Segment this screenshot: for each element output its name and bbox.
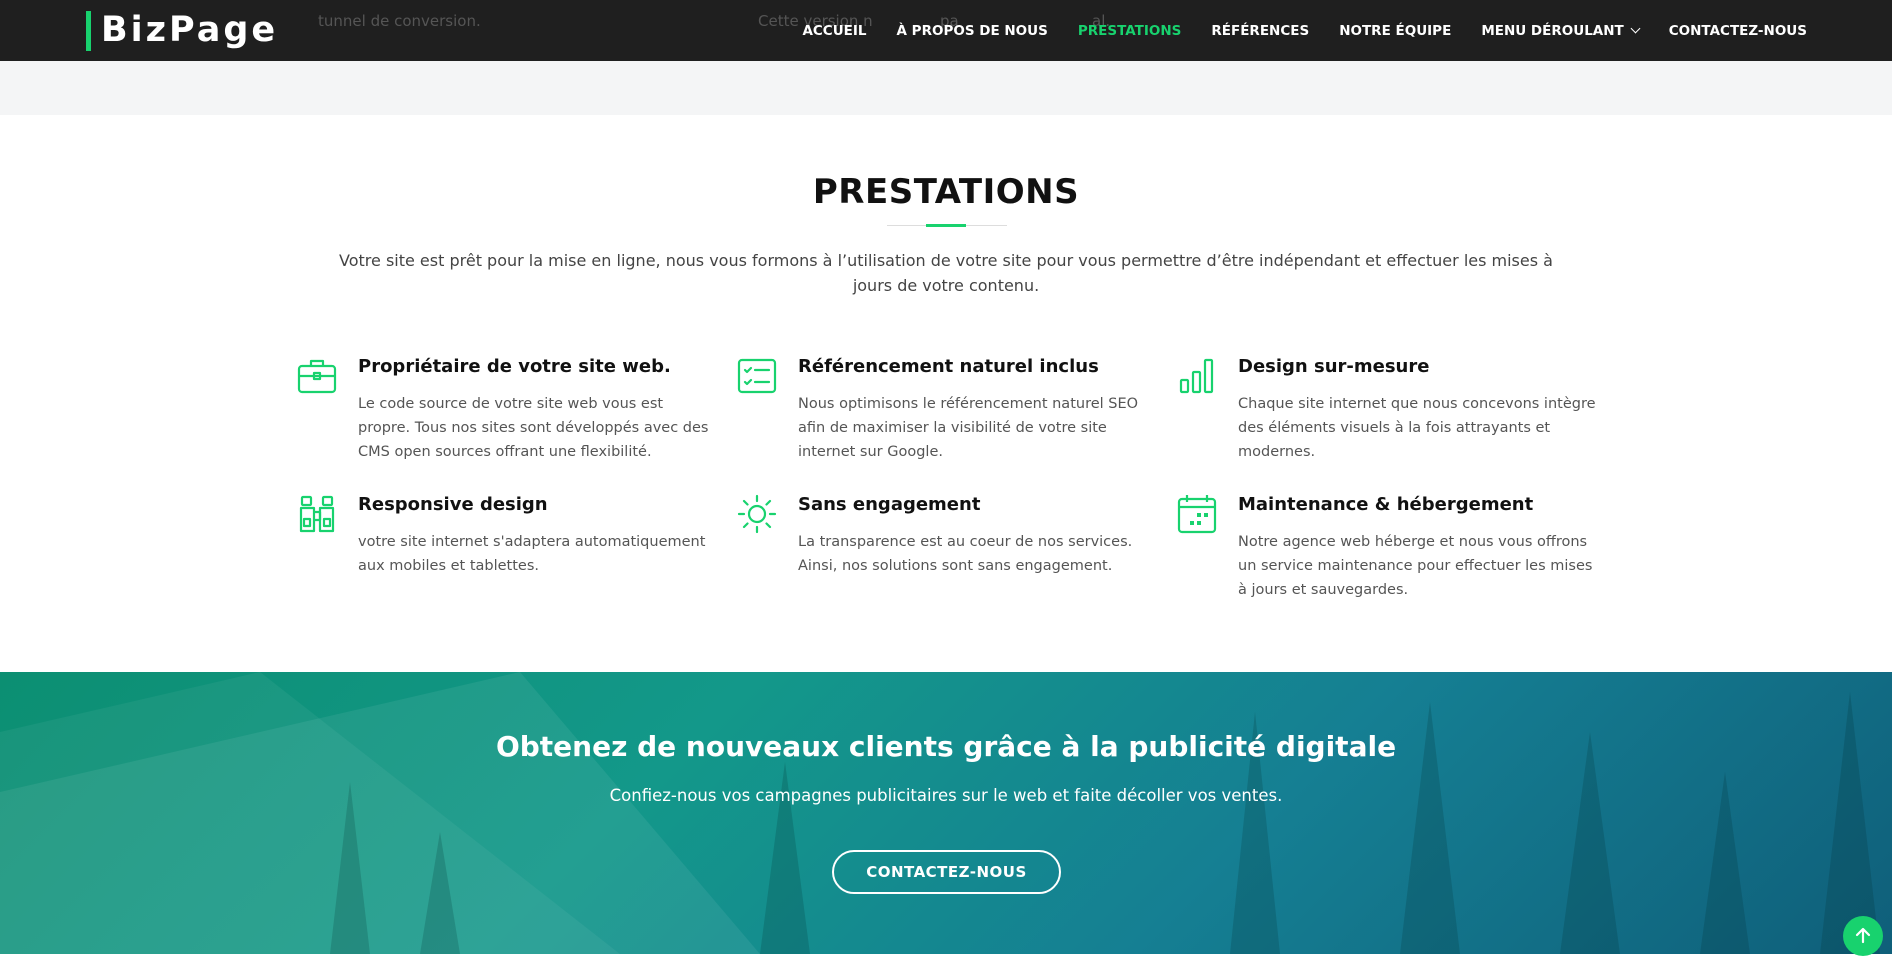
main-nav: ACCUEIL À PROPOS DE NOUS PRESTATIONS RÉF… xyxy=(772,0,1807,61)
service-text: votre site internet s'adaptera automatiq… xyxy=(358,534,706,574)
contact-button[interactable]: CONTACTEZ-NOUS xyxy=(832,850,1061,894)
call-to-action-section: Obtenez de nouveaux clients grâce à la p… xyxy=(0,672,1892,954)
nav-menu-deroulant[interactable]: MENU DÉROULANT xyxy=(1481,22,1641,39)
nav-references[interactable]: RÉFÉRENCES xyxy=(1211,23,1309,39)
service-title: Sans engagement xyxy=(798,494,981,515)
nav-prestations[interactable]: PRESTATIONS xyxy=(1078,23,1182,39)
back-to-top-button[interactable] xyxy=(1843,916,1883,956)
binoculars-icon xyxy=(297,494,337,534)
service-text: Le code source de votre site web vous es… xyxy=(358,396,709,460)
service-text: Nous optimisons le référencement naturel… xyxy=(798,396,1139,460)
service-title: Référencement naturel inclus xyxy=(798,356,1099,377)
logo[interactable]: BizPage xyxy=(86,11,278,51)
nav-accueil[interactable]: ACCUEIL xyxy=(802,23,866,39)
site-header: tunnel de conversion. Cette version n pa… xyxy=(0,0,1892,61)
section-title: PRESTATIONS xyxy=(812,172,1080,212)
service-text: La transparence est au coeur de nos serv… xyxy=(798,534,1133,574)
card-checklist-icon xyxy=(737,356,777,396)
nav-label: À PROPOS DE NOUS xyxy=(896,22,1048,39)
service-text: Notre agence web héberge et nous vous of… xyxy=(1238,534,1593,598)
nav-notre-equipe[interactable]: NOTRE ÉQUIPE xyxy=(1339,23,1451,39)
nav-label: CONTACTEZ-NOUS xyxy=(1668,22,1807,39)
service-title: Propriétaire de votre site web. xyxy=(358,356,671,377)
service-title: Responsive design xyxy=(358,494,548,515)
nav-label: RÉFÉRENCES xyxy=(1211,22,1310,39)
section-description: Votre site est prêt pour la mise en lign… xyxy=(339,251,1553,295)
service-title: Design sur-mesure xyxy=(1238,356,1430,377)
cta-text: Confiez-nous vos campagnes publicitaires… xyxy=(609,786,1283,805)
briefcase-icon xyxy=(297,356,337,396)
nav-label: ACCUEIL xyxy=(802,22,867,39)
service-text: Chaque site internet que nous concevons … xyxy=(1238,396,1596,460)
forest-background xyxy=(0,672,1880,954)
nav-label: NOTRE ÉQUIPE xyxy=(1339,22,1452,39)
title-divider-accent xyxy=(926,224,966,227)
previous-section-bottom xyxy=(0,61,1892,115)
bleed-text-1: tunnel de conversion. xyxy=(318,12,481,30)
arrow-up-icon xyxy=(1855,927,1871,944)
chevron-down-icon xyxy=(1630,23,1641,34)
cta-title: Obtenez de nouveaux clients grâce à la p… xyxy=(495,730,1397,763)
nav-contactez-nous[interactable]: CONTACTEZ-NOUS xyxy=(1669,23,1807,39)
nav-a-propos[interactable]: À PROPOS DE NOUS xyxy=(897,23,1048,39)
nav-label: PRESTATIONS xyxy=(1077,22,1182,39)
bar-chart-icon xyxy=(1177,356,1217,396)
service-title: Maintenance & hébergement xyxy=(1238,494,1534,515)
nav-label: MENU DÉROULANT xyxy=(1481,22,1624,39)
calendar-icon xyxy=(1177,494,1217,534)
sun-icon xyxy=(737,494,777,534)
